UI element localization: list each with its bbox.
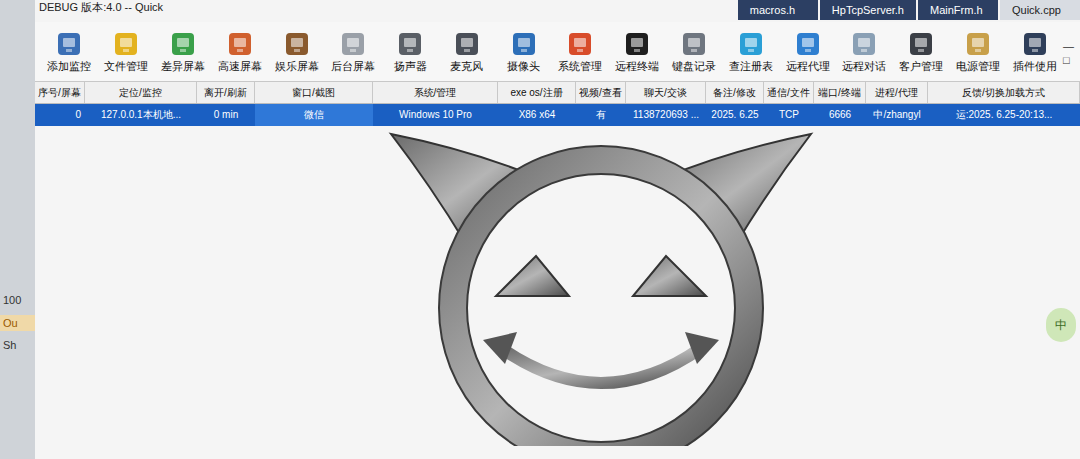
table-cell: 6666	[814, 104, 866, 126]
editor-tabs: macros.hHpTcpServer.hMainFrm.hQuick.cpp	[738, 0, 1080, 20]
column-header[interactable]: 聊天/交谈	[626, 82, 706, 103]
editor-tab[interactable]: macros.h	[738, 0, 818, 20]
background-panel: 100 Ou Sh	[0, 0, 35, 459]
tool-icon	[851, 31, 877, 57]
column-header[interactable]: 端口/终端	[814, 82, 866, 103]
tool-icon	[340, 31, 366, 57]
toolbar-button[interactable]: 系统管理	[552, 31, 609, 73]
devil-logo-icon	[371, 126, 831, 446]
toolbar: 添加监控文件管理差异屏幕高速屏幕娱乐屏幕后台屏幕扬声器麦克风摄像头系统管理远程终…	[35, 22, 1080, 82]
toolbar-button[interactable]: 客户管理	[893, 31, 950, 73]
editor-tab[interactable]: MainFrm.h	[918, 0, 998, 20]
tool-icon	[397, 31, 423, 57]
panel-line: Ou	[0, 315, 35, 332]
table-cell: 运:2025. 6.25-20:13...	[928, 104, 1080, 126]
tool-icon	[795, 31, 821, 57]
tool-icon	[511, 31, 537, 57]
table-cell: 中/zhangyl	[866, 104, 928, 126]
toolbar-button[interactable]: 远程终端	[609, 31, 666, 73]
tool-icon	[454, 31, 480, 57]
toolbar-button[interactable]: 添加监控	[41, 31, 98, 73]
tool-icon	[56, 31, 82, 57]
tool-icon	[965, 31, 991, 57]
table-row[interactable]: 0127.0.0.1本机地...0 min微信Windows 10 ProX86…	[35, 104, 1080, 126]
ime-badge[interactable]: 中	[1046, 308, 1076, 342]
tool-icon	[908, 31, 934, 57]
table-cell: 2025. 6.25	[706, 104, 764, 126]
column-header[interactable]: 视频/查看	[576, 82, 626, 103]
tool-icon	[624, 31, 650, 57]
table-cell: 有	[576, 104, 626, 126]
tool-icon	[170, 31, 196, 57]
toolbar-button[interactable]: 查注册表	[722, 31, 779, 73]
title-bar: DEBUG 版本:4.0 -- Quick macros.hHpTcpServer…	[35, 0, 1080, 22]
table-cell: TCP	[764, 104, 814, 126]
toolbar-button[interactable]: 远程对话	[836, 31, 893, 73]
toolbar-button[interactable]: 后台屏幕	[325, 31, 382, 73]
table-cell: Windows 10 Pro	[373, 104, 498, 126]
column-header[interactable]: exe os/注册	[498, 82, 576, 103]
tool-icon	[567, 31, 593, 57]
toolbar-button[interactable]: 远程代理	[779, 31, 836, 73]
toolbar-button[interactable]: 高速屏幕	[211, 31, 268, 73]
column-header[interactable]: 备注/修改	[706, 82, 764, 103]
column-header[interactable]: 离开/刷新	[197, 82, 255, 103]
column-header[interactable]: 序号/屏幕	[35, 82, 85, 103]
toolbar-button[interactable]: 电源管理	[950, 31, 1007, 73]
table-cell: 0 min	[197, 104, 255, 126]
toolbar-button[interactable]: 插件使用	[1006, 31, 1063, 73]
toolbar-button[interactable]: 差异屏幕	[155, 31, 212, 73]
column-header[interactable]: 窗口/截图	[255, 82, 373, 103]
panel-line: 100	[0, 292, 35, 309]
table-cell: 微信	[255, 104, 373, 126]
tool-icon	[1022, 31, 1048, 57]
table-header: 序号/屏幕定位/监控离开/刷新窗口/截图系统/管理exe os/注册视频/查看聊…	[35, 82, 1080, 104]
column-header[interactable]: 系统/管理	[373, 82, 498, 103]
tool-icon	[738, 31, 764, 57]
table-cell: X86 x64	[498, 104, 576, 126]
toolbar-button[interactable]: 文件管理	[98, 31, 155, 73]
main-window: DEBUG 版本:4.0 -- Quick macros.hHpTcpServer…	[35, 0, 1080, 459]
tool-icon	[284, 31, 310, 57]
toolbar-button[interactable]: 摄像头	[495, 31, 552, 73]
toolbar-button[interactable]: 扬声器	[382, 31, 439, 73]
window-control[interactable]: —	[1063, 40, 1074, 52]
toolbar-button[interactable]: 键盘记录	[666, 31, 723, 73]
column-header[interactable]: 反馈/切换加载方式	[928, 82, 1080, 103]
toolbar-button[interactable]: 娱乐屏幕	[268, 31, 325, 73]
table-cell: 127.0.0.1本机地...	[85, 104, 197, 126]
panel-line: Sh	[0, 337, 35, 354]
tool-icon	[113, 31, 139, 57]
editor-tab[interactable]: HpTcpServer.h	[820, 0, 916, 20]
table-cell: 1138720693 ...	[626, 104, 706, 126]
client-list-area	[35, 126, 1080, 459]
window-control[interactable]: □	[1063, 54, 1074, 66]
tool-icon	[227, 31, 253, 57]
toolbar-button[interactable]: 麦克风	[438, 31, 495, 73]
column-header[interactable]: 进程/代理	[866, 82, 928, 103]
table-cell: 0	[35, 104, 85, 126]
column-header[interactable]: 定位/监控	[85, 82, 197, 103]
window-title: DEBUG 版本:4.0 -- Quick	[35, 0, 163, 14]
tool-icon	[681, 31, 707, 57]
column-header[interactable]: 通信/文件	[764, 82, 814, 103]
editor-tab[interactable]: Quick.cpp	[1000, 0, 1080, 20]
